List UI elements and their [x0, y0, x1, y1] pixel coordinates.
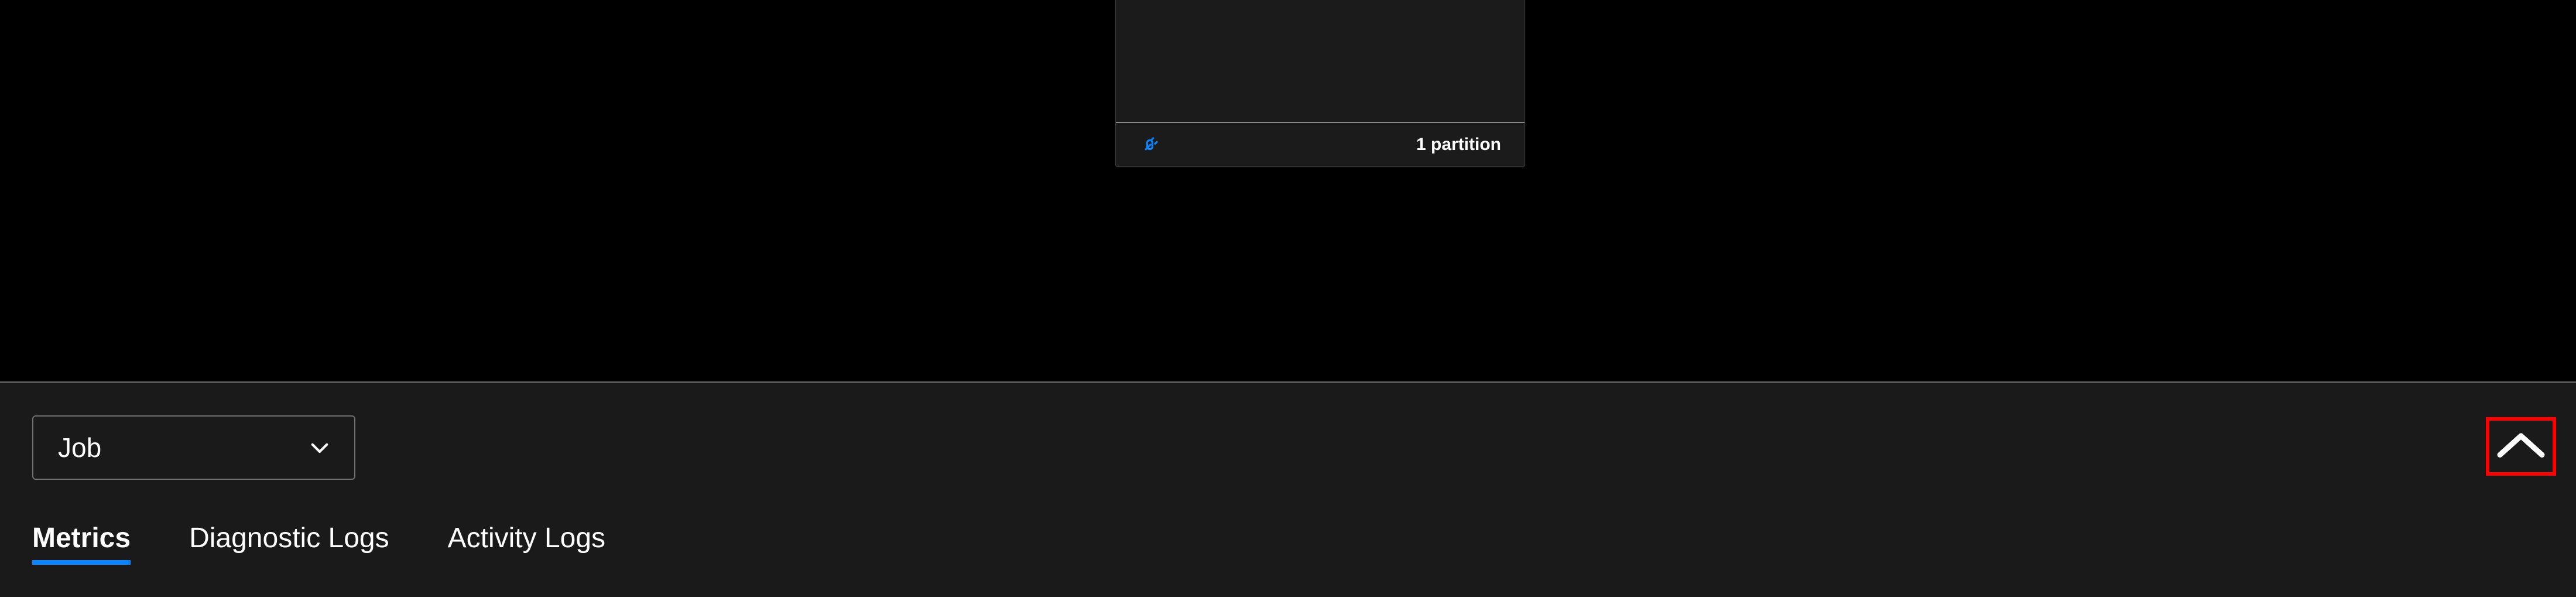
chevron-up-icon [2496, 429, 2546, 464]
job-node-metrics: Output events (sum):3543 Watermark delay… [1116, 0, 1525, 122]
panel-collapse-toggle[interactable] [2486, 417, 2556, 476]
scope-dropdown-label: Job [58, 432, 101, 463]
scope-dropdown[interactable]: Job [32, 415, 355, 480]
chevron-down-icon [307, 435, 332, 460]
tab-diagnostic-logs[interactable]: Diagnostic Logs [189, 522, 389, 564]
panel-tabs: Metrics Diagnostic Logs Activity Logs [32, 522, 2576, 564]
job-node-footer: 1 partition [1116, 123, 1525, 166]
job-node-card: Output events (sum):3543 Watermark delay… [1115, 0, 1525, 167]
tab-activity-logs[interactable]: Activity Logs [448, 522, 605, 564]
partition-count: 1 partition [1416, 135, 1501, 155]
tab-metrics[interactable]: Metrics [32, 522, 131, 564]
bottom-panel: Job Metrics Diagnostic Logs Activity Log… [0, 383, 2576, 597]
plug-icon [1139, 134, 1162, 156]
